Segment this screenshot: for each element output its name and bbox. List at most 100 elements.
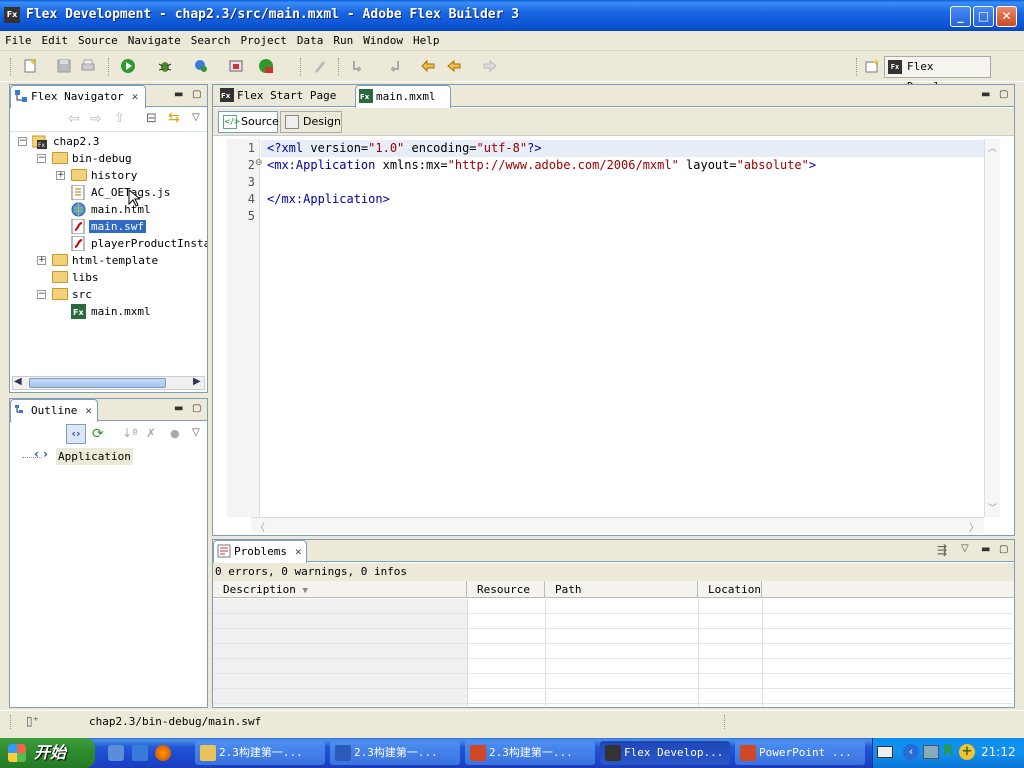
pen-icon[interactable] xyxy=(312,58,328,74)
menu-project[interactable]: Project xyxy=(235,31,291,50)
profile-icon[interactable] xyxy=(193,58,209,74)
back-arrow-icon[interactable]: ⇦ xyxy=(68,111,80,127)
show-hidden-icons-icon[interactable]: ‹ xyxy=(903,744,919,760)
collapse-toggle[interactable]: − xyxy=(37,290,46,299)
close-icon[interactable]: ✕ xyxy=(132,86,139,107)
tab-problems[interactable]: Problems ✕ xyxy=(213,540,307,563)
save-icon[interactable] xyxy=(56,58,72,74)
menu-navigate[interactable]: Navigate xyxy=(123,31,186,50)
view-menu-icon[interactable]: ▽ xyxy=(192,427,200,438)
minimize-icon[interactable]: ▬ xyxy=(981,544,990,555)
menu-run[interactable]: Run xyxy=(328,31,358,50)
tree-item-main-swf[interactable]: main.swf xyxy=(89,218,146,235)
tab-outline[interactable]: Outline ✕ xyxy=(10,399,98,422)
export-release-icon[interactable] xyxy=(228,58,244,74)
close-icon[interactable]: ✕ xyxy=(85,400,92,421)
add-icon[interactable]: + xyxy=(959,744,975,760)
r-app-icon[interactable]: R xyxy=(943,743,954,759)
menu-edit[interactable]: Edit xyxy=(37,31,74,50)
up-icon[interactable]: ⇧ xyxy=(114,111,125,126)
task-powerpoint[interactable]: PowerPoint ... xyxy=(735,741,865,765)
keyboard-icon[interactable] xyxy=(877,746,893,758)
navigator-horizontal-scrollbar[interactable]: ◀ ▶ xyxy=(12,376,205,390)
scroll-left-icon[interactable]: 〈 xyxy=(255,519,265,534)
collapse-toggle[interactable]: − xyxy=(18,137,27,146)
perspective-flex-development[interactable]: Fx Flex Devel... xyxy=(884,56,991,93)
task-flex-builder[interactable]: Flex Develop... xyxy=(600,741,730,765)
flex-builder-app-icon[interactable]: Fx xyxy=(4,7,20,23)
column-location[interactable]: Location xyxy=(698,581,762,598)
next-annotation-icon[interactable] xyxy=(350,58,366,74)
view-menu-icon[interactable]: ▽ xyxy=(961,543,969,554)
last-edit-location-icon[interactable] xyxy=(420,58,436,74)
minimize-icon[interactable]: ▬ xyxy=(174,89,183,100)
forward-icon[interactable] xyxy=(482,58,498,74)
collapse-toggle[interactable]: − xyxy=(37,154,46,163)
print-icon[interactable] xyxy=(80,58,96,74)
back-icon[interactable] xyxy=(446,58,462,74)
scroll-right-icon[interactable]: 〉 xyxy=(969,519,979,534)
clock[interactable]: 21:12 xyxy=(981,745,1016,759)
show-tags-icon[interactable]: ‹› xyxy=(66,424,86,444)
show-desktop-icon[interactable] xyxy=(108,745,124,761)
scroll-left-icon[interactable]: ◀ xyxy=(14,376,22,387)
tab-flex-start-page[interactable]: Fx Flex Start Page xyxy=(217,85,347,107)
maximize-icon[interactable]: ▢ xyxy=(999,544,1008,555)
link-with-editor-icon[interactable]: ⇆ xyxy=(168,110,180,126)
tree-item-html-template[interactable]: html-template xyxy=(72,252,158,269)
editor-horizontal-scrollbar[interactable]: 〈 〉 xyxy=(251,517,984,534)
tree-item-bin-debug[interactable]: bin-debug xyxy=(72,150,132,167)
minimize-icon[interactable]: ▬ xyxy=(174,403,183,414)
editor-vertical-scrollbar[interactable]: ︿ ﹀ xyxy=(984,139,1000,517)
new-icon[interactable] xyxy=(22,58,38,74)
column-description[interactable]: Description ▼ xyxy=(213,581,467,598)
collapse-all-icon[interactable]: ⊟ xyxy=(146,111,157,126)
external-tools-icon[interactable] xyxy=(258,58,274,74)
scroll-right-icon[interactable]: ▶ xyxy=(193,376,201,387)
column-resource[interactable]: Resource xyxy=(467,581,545,598)
close-icon[interactable]: ✕ xyxy=(295,541,302,562)
tree-item-src[interactable]: src xyxy=(72,286,92,303)
tree-item-main-mxml[interactable]: main.mxml xyxy=(91,303,151,320)
code-editor[interactable]: 1 2 ⊖ 3 4 5 <?xml version="1.0" encoding… xyxy=(227,139,1000,517)
firefox-icon[interactable] xyxy=(155,745,171,761)
media-player-icon[interactable] xyxy=(132,745,148,761)
task-explorer-folder[interactable]: 2.3构建第一... xyxy=(195,741,325,765)
close-button[interactable]: ✕ xyxy=(996,6,1017,27)
maximize-button[interactable]: □ xyxy=(973,6,994,27)
tree-item-project[interactable]: chap2.3 xyxy=(53,133,99,150)
maximize-icon[interactable]: ▢ xyxy=(192,89,201,100)
run-icon[interactable] xyxy=(120,58,136,74)
menu-file[interactable]: File xyxy=(0,31,37,50)
task-word-document[interactable]: 2.3构建第一... xyxy=(330,741,460,765)
menu-window[interactable]: Window xyxy=(358,31,408,50)
previous-annotation-icon[interactable] xyxy=(386,58,402,74)
fold-icon[interactable]: ⊖ xyxy=(255,158,263,168)
refresh-icon[interactable]: ⟳ xyxy=(92,426,104,442)
minimize-button[interactable]: _ xyxy=(950,6,971,27)
minimize-icon[interactable]: ▬ xyxy=(981,89,990,100)
source-mode-button[interactable]: </> Source xyxy=(218,111,279,133)
tab-flex-navigator[interactable]: Flex Navigator ✕ xyxy=(10,85,146,108)
network-icon[interactable] xyxy=(923,745,939,759)
expand-toggle[interactable]: + xyxy=(56,171,65,180)
hide-fields-icon[interactable]: ✗ xyxy=(146,426,156,440)
expand-toggle[interactable]: + xyxy=(37,256,46,265)
fast-view-icon[interactable]: ▯⁺ xyxy=(26,714,39,728)
tree-item-history[interactable]: history xyxy=(91,167,137,184)
tree-item-libs[interactable]: libs xyxy=(72,269,99,286)
tab-main-mxml[interactable]: Fx main.mxml✕ xyxy=(355,85,451,124)
scroll-down-icon[interactable]: ﹀ xyxy=(988,501,997,514)
filter-icon[interactable]: ⇶ xyxy=(937,543,947,557)
menu-data[interactable]: Data xyxy=(292,31,329,50)
menu-help[interactable]: Help xyxy=(408,31,445,50)
view-menu-icon[interactable]: ▽ xyxy=(192,112,200,123)
debug-icon[interactable] xyxy=(157,58,173,74)
scroll-thumb[interactable] xyxy=(29,378,166,388)
tree-item-main-html[interactable]: main.html xyxy=(91,201,151,218)
outline-item-application[interactable]: Application xyxy=(56,448,133,465)
forward-arrow-icon[interactable]: ⇨ xyxy=(90,111,102,127)
maximize-icon[interactable]: ▢ xyxy=(999,89,1008,100)
start-button[interactable]: 开始 xyxy=(0,738,95,768)
hide-static-icon[interactable]: ● xyxy=(170,427,180,440)
